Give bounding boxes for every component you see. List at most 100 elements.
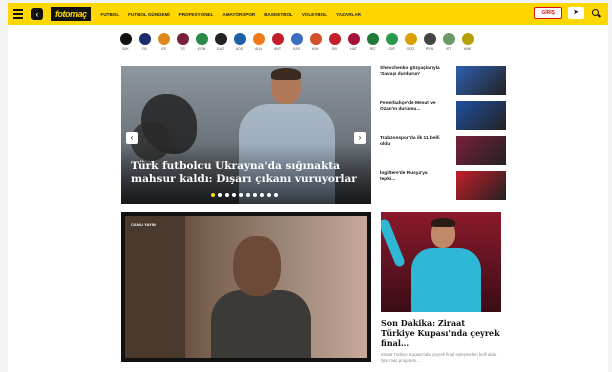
team-code: ANT <box>273 47 282 51</box>
nav-item-basketbol[interactable]: BASKETBOL <box>264 12 293 17</box>
video-person <box>233 236 281 296</box>
news-title[interactable]: Fenerbahçe'de Mesut ve Ozan'ın durumu... <box>380 101 442 136</box>
team-logo[interactable]: BJK <box>118 33 133 51</box>
news-title[interactable]: Shevchenko gözyaşlarıyla 'Savaşı durduru… <box>380 66 442 101</box>
team-logo[interactable]: GİR <box>384 33 399 51</box>
team-badge-icon <box>404 33 417 45</box>
news-thumbnail[interactable] <box>456 101 506 130</box>
login-button[interactable]: GİRİŞ <box>534 7 562 19</box>
team-code: ANK <box>463 47 472 51</box>
team-code: PEN <box>425 47 434 51</box>
team-logo[interactable]: KAS <box>289 33 304 51</box>
menu-icon[interactable] <box>13 7 27 21</box>
team-badge-icon <box>423 33 436 45</box>
news-item[interactable]: Fenerbahçe'de Mesut ve Ozan'ın durumu... <box>380 101 506 136</box>
news-thumbnail[interactable] <box>456 136 506 165</box>
team-logo[interactable]: GS <box>156 33 171 51</box>
news-thumbnail[interactable] <box>456 171 506 200</box>
team-logo-strip: BJK FB GS TS KON GAZ ADS ALN ANT KAS KAY SİV HAT RİZ G… <box>118 33 475 51</box>
chevron-right-icon[interactable]: › <box>354 132 366 144</box>
headline-slider[interactable]: Türk futbolcu Ukrayna'da sığınakta mahsu… <box>121 66 371 204</box>
slider-dot[interactable] <box>260 193 264 197</box>
site-logo[interactable]: fotomaç <box>51 7 91 21</box>
team-logo[interactable]: ANT <box>270 33 285 51</box>
team-code: İST <box>445 47 452 51</box>
slider-dot[interactable] <box>225 193 229 197</box>
news-title[interactable]: İngiltere'de Rusya'ya tepki... <box>380 171 442 206</box>
team-code: GİR <box>388 47 395 51</box>
news-item[interactable]: İngiltere'de Rusya'ya tepki... <box>380 171 506 206</box>
team-logo[interactable]: GAZ <box>213 33 228 51</box>
nav-item-amatorspor[interactable]: AMATÖRSPOR <box>222 12 255 17</box>
team-logo[interactable]: ADS <box>232 33 247 51</box>
video-frame[interactable]: CANLI YAYIN <box>125 216 367 358</box>
team-badge-icon <box>252 33 265 45</box>
page: ‹ fotomaç FUTBOL FUTBOL GÜNDEMİ PROFESYO… <box>8 3 608 372</box>
team-code: KAY <box>312 47 319 51</box>
back-button[interactable]: ‹ <box>31 8 43 20</box>
referee-figure <box>411 248 481 312</box>
team-logo[interactable]: TS <box>175 33 190 51</box>
feature-title[interactable]: Son Dakika: Ziraat Türkiye Kupası'nda çe… <box>381 318 501 348</box>
chevron-left-icon[interactable]: ‹ <box>126 132 138 144</box>
nav-item-gundem[interactable]: FUTBOL GÜNDEMİ <box>128 12 170 17</box>
video-player[interactable]: CANLI YAYIN <box>121 212 371 362</box>
team-logo[interactable]: GÖZ <box>403 33 418 51</box>
team-badge-icon <box>347 33 360 45</box>
nav-item-profesyonel[interactable]: PROFESYONEL <box>179 12 214 17</box>
team-logo[interactable]: FB <box>137 33 152 51</box>
news-item[interactable]: Trabzonspor'da ilk 11 belli oldu <box>380 136 506 171</box>
team-badge-icon <box>309 33 322 45</box>
nav-item-futbol[interactable]: FUTBOL <box>101 12 120 17</box>
referee-figure <box>381 217 407 269</box>
team-badge-icon <box>214 33 227 45</box>
news-item[interactable]: Shevchenko gözyaşlarıyla 'Savaşı durduru… <box>380 66 506 101</box>
nav-item-voleybol[interactable]: VOLEYBOL <box>302 12 327 17</box>
team-code: BJK <box>122 47 129 51</box>
team-logo[interactable]: ALN <box>251 33 266 51</box>
slider-dot[interactable] <box>274 193 278 197</box>
player-figure <box>271 68 301 80</box>
main-nav: FUTBOL FUTBOL GÜNDEMİ PROFESYONEL AMATÖR… <box>101 12 361 17</box>
feature-image[interactable] <box>381 212 501 312</box>
team-code: RİZ <box>369 47 376 51</box>
team-logo[interactable]: ANK <box>460 33 475 51</box>
team-logo[interactable]: İST <box>441 33 456 51</box>
team-badge-icon <box>157 33 170 45</box>
team-logo[interactable]: RİZ <box>365 33 380 51</box>
team-code: SİV <box>331 47 338 51</box>
team-logo[interactable]: KON <box>194 33 209 51</box>
slide-headline[interactable]: Türk futbolcu Ukrayna'da sığınakta mahsu… <box>131 160 363 186</box>
team-logo[interactable]: KAY <box>308 33 323 51</box>
news-thumbnail[interactable] <box>456 66 506 95</box>
slider-pagination <box>211 193 278 197</box>
team-logo[interactable]: HAT <box>346 33 361 51</box>
slider-dot[interactable] <box>239 193 243 197</box>
nav-item-yazarlar[interactable]: YAZARLAR <box>336 12 361 17</box>
team-badge-icon <box>442 33 455 45</box>
team-code: GS <box>160 47 167 51</box>
team-code: GÖZ <box>406 47 415 51</box>
search-icon[interactable] <box>590 7 602 19</box>
team-badge-icon <box>119 33 132 45</box>
team-logo[interactable]: SİV <box>327 33 342 51</box>
team-code: HAT <box>350 47 357 51</box>
slider-dot[interactable] <box>218 193 222 197</box>
feature-card[interactable]: Son Dakika: Ziraat Türkiye Kupası'nda çe… <box>381 212 501 363</box>
slider-dot[interactable] <box>267 193 271 197</box>
top-bar: ‹ fotomaç FUTBOL FUTBOL GÜNDEMİ PROFESYO… <box>8 3 608 25</box>
referee-figure <box>431 218 455 227</box>
team-logo[interactable]: PEN <box>422 33 437 51</box>
side-news-list: Shevchenko gözyaşlarıyla 'Savaşı durduru… <box>380 66 506 206</box>
header-actions: GİRİŞ ➤ <box>534 7 602 19</box>
team-code: GAZ <box>216 47 225 51</box>
team-code: TS <box>180 47 185 51</box>
team-code: FB <box>142 47 147 51</box>
news-title[interactable]: Trabzonspor'da ilk 11 belli oldu <box>380 136 442 171</box>
slider-dot[interactable] <box>246 193 250 197</box>
team-badge-icon <box>176 33 189 45</box>
slider-dot[interactable] <box>211 193 215 197</box>
send-icon[interactable]: ➤ <box>568 7 584 19</box>
slider-dot[interactable] <box>232 193 236 197</box>
slider-dot[interactable] <box>253 193 257 197</box>
